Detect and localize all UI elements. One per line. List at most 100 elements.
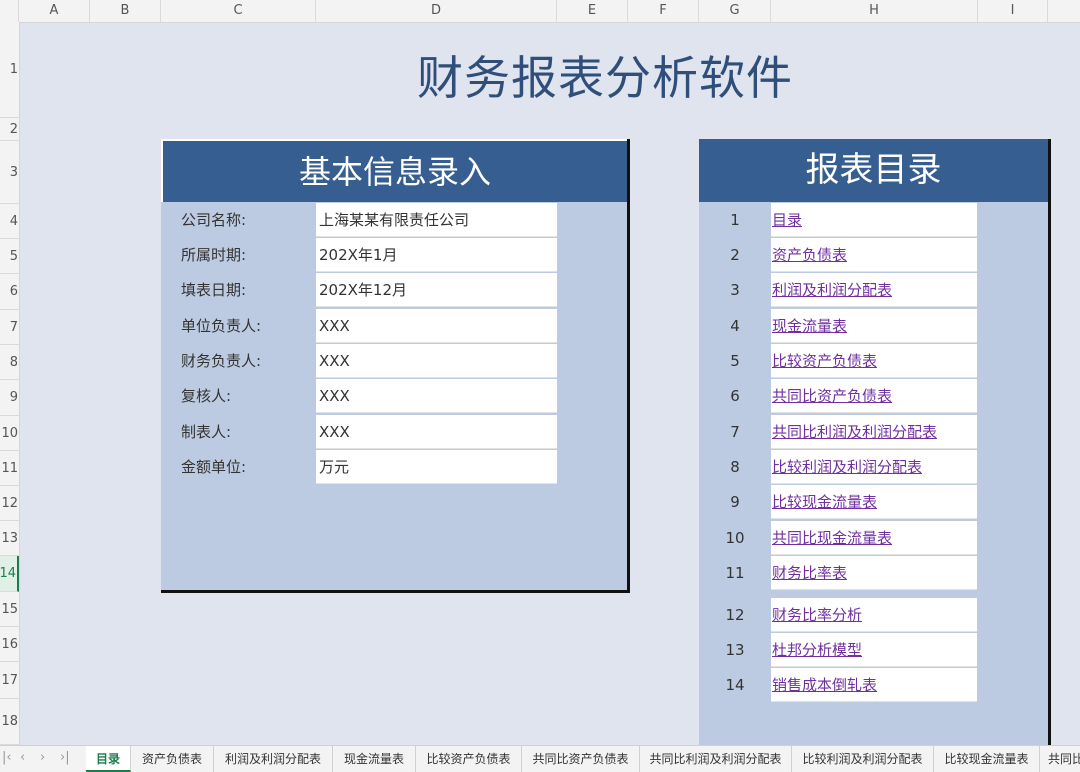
toc-row: 4 现金流量表 (699, 309, 1048, 344)
info-label: 金额单位: (181, 458, 247, 476)
report-toc-heading: 报表目录 (699, 139, 1048, 202)
row-header[interactable]: 7 (0, 310, 19, 345)
toc-row: 1 目录 (699, 203, 1048, 238)
toc-number: 3 (730, 281, 740, 299)
toc-number: 2 (730, 246, 740, 264)
toc-number: 14 (725, 676, 745, 694)
info-row: 财务负责人: XXX (161, 344, 627, 379)
sheet-tab[interactable]: 共同比 (1040, 746, 1080, 772)
col-header-f[interactable]: F (628, 0, 699, 22)
info-row: 制表人: XXX (161, 415, 627, 450)
row-header[interactable]: 3 (0, 141, 19, 204)
toc-number: 11 (725, 564, 745, 582)
column-header-bar: A B C D E F G H I (0, 0, 1080, 23)
fill-date-cell[interactable]: 202X年12月 (316, 273, 557, 307)
finance-head-cell[interactable]: XXX (316, 344, 557, 378)
toc-link[interactable]: 比较现金流量表 (771, 485, 977, 519)
row-header[interactable]: 11 (0, 451, 19, 486)
basic-info-panel: 基本信息录入 公司名称: 上海某某有限责任公司 所属时期: 202X年1月 填表… (161, 139, 630, 593)
col-header-g[interactable]: G (699, 0, 771, 22)
toc-row: 3 利润及利润分配表 (699, 273, 1048, 308)
toc-link[interactable]: 共同比现金流量表 (771, 521, 977, 555)
toc-number: 12 (725, 606, 745, 624)
report-toc-panel: 报表目录 1 目录 2 资产负债表 3 利润及利润分配表 4 现金流量表 5 比较资产负债… (699, 139, 1051, 745)
sheet-tab[interactable]: 利润及利润分配表 (214, 746, 333, 772)
col-header-e[interactable]: E (557, 0, 628, 22)
toc-link[interactable]: 目录 (771, 203, 977, 237)
row-header[interactable]: 2 (0, 118, 19, 141)
toc-number: 9 (730, 493, 740, 511)
row-header[interactable]: 13 (0, 521, 19, 556)
col-header-c[interactable]: C (161, 0, 316, 22)
sheet-tab[interactable]: 共同比利润及利润分配表 (640, 746, 792, 772)
toc-link[interactable]: 杜邦分析模型 (771, 633, 977, 667)
sheet-tab-active[interactable]: 目录 (86, 746, 131, 772)
col-header-d[interactable]: D (316, 0, 557, 22)
reviewer-cell[interactable]: XXX (316, 379, 557, 413)
select-all-corner[interactable] (0, 0, 19, 22)
toc-row: 5 比较资产负债表 (699, 344, 1048, 379)
sheet-tab[interactable]: 现金流量表 (333, 746, 416, 772)
row-header[interactable]: 5 (0, 239, 19, 274)
sheet-tab-bar: |‹ ‹ › ›| 目录 资产负债表 利润及利润分配表 现金流量表 比较资产负债… (0, 745, 1080, 772)
toc-number: 1 (730, 211, 740, 229)
row-header-bar: 1 2 3 4 5 6 7 8 9 10 11 12 13 14 15 16 1… (0, 22, 20, 745)
row-header[interactable]: 12 (0, 486, 19, 521)
row-header[interactable]: 4 (0, 204, 19, 239)
toc-link[interactable]: 销售成本倒轧表 (771, 668, 977, 702)
unit-head-cell[interactable]: XXX (316, 309, 557, 343)
company-name-cell[interactable]: 上海某某有限责任公司 (316, 203, 557, 237)
toc-link[interactable]: 共同比资产负债表 (771, 379, 977, 413)
page-title: 财务报表分析软件 (417, 51, 793, 105)
preparer-cell[interactable]: XXX (316, 415, 557, 449)
row-header[interactable]: 9 (0, 380, 19, 416)
toc-link[interactable]: 财务比率分析 (771, 598, 977, 632)
toc-number: 8 (730, 458, 740, 476)
toc-row: 14 销售成本倒轧表 (699, 668, 1048, 703)
sheet-tab[interactable]: 资产负债表 (131, 746, 214, 772)
last-sheet-icon[interactable]: ›| (60, 750, 70, 765)
row-header[interactable]: 8 (0, 345, 19, 380)
period-cell[interactable]: 202X年1月 (316, 238, 557, 272)
info-row: 金额单位: 万元 (161, 450, 627, 485)
row-header[interactable]: 15 (0, 592, 19, 627)
row-header-selected[interactable]: 14 (0, 556, 19, 592)
col-header-i[interactable]: I (978, 0, 1048, 22)
toc-link[interactable]: 利润及利润分配表 (771, 273, 977, 307)
col-header-a[interactable]: A (19, 0, 90, 22)
toc-link[interactable]: 比较利润及利润分配表 (771, 450, 977, 484)
toc-link[interactable]: 资产负债表 (771, 238, 977, 272)
row-header[interactable]: 17 (0, 662, 19, 699)
prev-sheet-icon[interactable]: ‹ (20, 750, 25, 765)
col-header-h[interactable]: H (771, 0, 978, 22)
sheet-tab[interactable]: 共同比资产负债表 (522, 746, 640, 772)
row-header[interactable]: 18 (0, 699, 19, 745)
info-label: 复核人: (181, 387, 232, 405)
toc-link[interactable]: 比较资产负债表 (771, 344, 977, 378)
row-header[interactable]: 16 (0, 627, 19, 662)
toc-row: 9 比较现金流量表 (699, 485, 1048, 520)
sheet-tab[interactable]: 比较现金流量表 (934, 746, 1040, 772)
row-header[interactable]: 10 (0, 416, 19, 451)
next-sheet-icon[interactable]: › (40, 750, 45, 765)
info-row: 所属时期: 202X年1月 (161, 238, 627, 273)
row-header[interactable]: 1 (0, 22, 19, 118)
toc-number: 7 (730, 423, 740, 441)
amount-unit-cell[interactable]: 万元 (316, 450, 557, 484)
sheet-tab[interactable]: 比较利润及利润分配表 (792, 746, 934, 772)
toc-link[interactable]: 现金流量表 (771, 309, 977, 343)
info-row: 单位负责人: XXX (161, 309, 627, 344)
info-label: 单位负责人: (181, 317, 262, 335)
col-header-b[interactable]: B (90, 0, 161, 22)
toc-link[interactable]: 财务比率表 (771, 556, 977, 590)
sheet-tab[interactable]: 比较资产负债表 (416, 746, 522, 772)
row-header[interactable]: 6 (0, 274, 19, 310)
toc-row: 8 比较利润及利润分配表 (699, 450, 1048, 485)
info-label: 制表人: (181, 423, 232, 441)
first-sheet-icon[interactable]: |‹ (2, 750, 12, 765)
toc-row: 12 财务比率分析 (699, 598, 1048, 633)
toc-number: 10 (725, 529, 745, 547)
info-label: 财务负责人: (181, 352, 262, 370)
toc-row: 10 共同比现金流量表 (699, 521, 1048, 556)
toc-link[interactable]: 共同比利润及利润分配表 (771, 415, 977, 449)
